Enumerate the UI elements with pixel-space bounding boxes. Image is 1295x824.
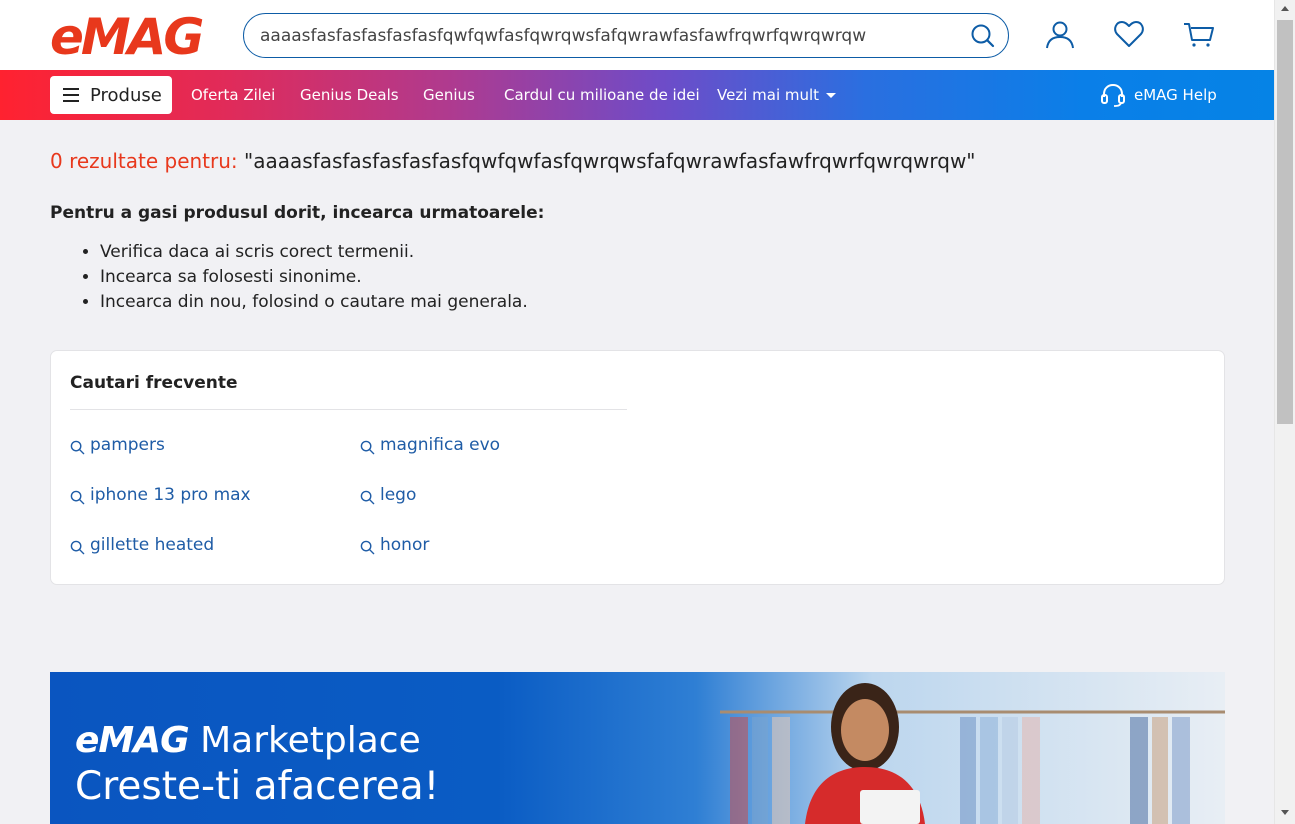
search-icon [70,540,85,555]
results-heading: 0 rezultate pentru: "aaaasfasfasfasfasfa… [50,149,976,173]
frequent-search-label: honor [380,535,430,555]
tip-item: Verifica daca ai scris corect termenii. [100,240,528,265]
frequent-searches-card: Cautari frecvente pampers magnifica evo … [50,350,1225,585]
scroll-down-icon[interactable] [1281,810,1289,815]
produse-button[interactable]: Produse [50,76,172,114]
banner-tagline: Creste-ti afacerea! [75,764,440,809]
nav-link-genius-deals[interactable]: Genius Deals [300,86,399,104]
frequent-search-label: lego [380,485,417,505]
menu-icon [63,88,79,102]
frequent-search-label: iphone 13 pro max [90,485,251,505]
caret-down-icon [826,93,837,98]
banner-brand: eMAG Marketplace [75,720,421,761]
tips-list: Verifica daca ai scris corect termenii. … [100,240,528,315]
tip-item: Incearca sa folosesti sinonime. [100,265,528,290]
frequent-search-label: gillette heated [90,535,215,555]
search-icon [360,440,375,455]
search-icon [70,440,85,455]
emag-logo[interactable]: eMAG [50,10,220,60]
main-nav: Produse Oferta Zilei Genius Deals Genius… [0,70,1274,120]
divider [70,409,627,410]
nav-link-vezi-mai-mult[interactable]: Vezi mai mult [717,86,837,104]
nav-link-genius[interactable]: Genius [423,86,475,104]
frequent-searches-title: Cautari frecvente [70,373,238,393]
nav-link-cardul[interactable]: Cardul cu milioane de idei [504,86,700,104]
scroll-thumb[interactable] [1277,20,1293,424]
search-bar [243,13,1009,58]
nav-link-oferta-zilei[interactable]: Oferta Zilei [191,86,275,104]
search-icon [360,490,375,505]
search-icon [360,540,375,555]
tip-item: Incearca din nou, folosind o cautare mai… [100,290,528,315]
vezi-mai-mult-label: Vezi mai mult [717,86,820,104]
results-count: 0 rezultate pentru: [50,149,238,173]
emag-help-label: eMAG Help [1134,86,1217,104]
site-header: eMAG [0,0,1274,70]
page-scrollbar[interactable] [1274,0,1295,824]
tips-title: Pentru a gasi produsul dorit, incearca u… [50,203,545,223]
heart-icon[interactable] [1112,18,1146,52]
frequent-search-label: pampers [90,435,165,455]
produse-label: Produse [90,85,162,106]
banner-product: Marketplace [200,720,421,761]
cart-icon[interactable] [1182,18,1216,52]
search-icon[interactable] [970,23,996,49]
search-input[interactable] [260,23,960,49]
emag-logo-text: eMAG [50,10,202,60]
headset-icon [1101,83,1125,107]
frequent-search-label: magnifica evo [380,435,501,455]
banner-brand-logo: eMAG [75,720,190,761]
search-icon [70,490,85,505]
banner-photo [720,683,1225,824]
scroll-up-icon[interactable] [1281,6,1289,11]
results-query: "aaaasfasfasfasfasfasfqwfqwfasfqwrqwsfaf… [244,149,976,173]
marketplace-banner[interactable]: eMAG Marketplace Creste-ti afacerea! [50,672,1225,824]
user-icon[interactable] [1043,18,1077,52]
